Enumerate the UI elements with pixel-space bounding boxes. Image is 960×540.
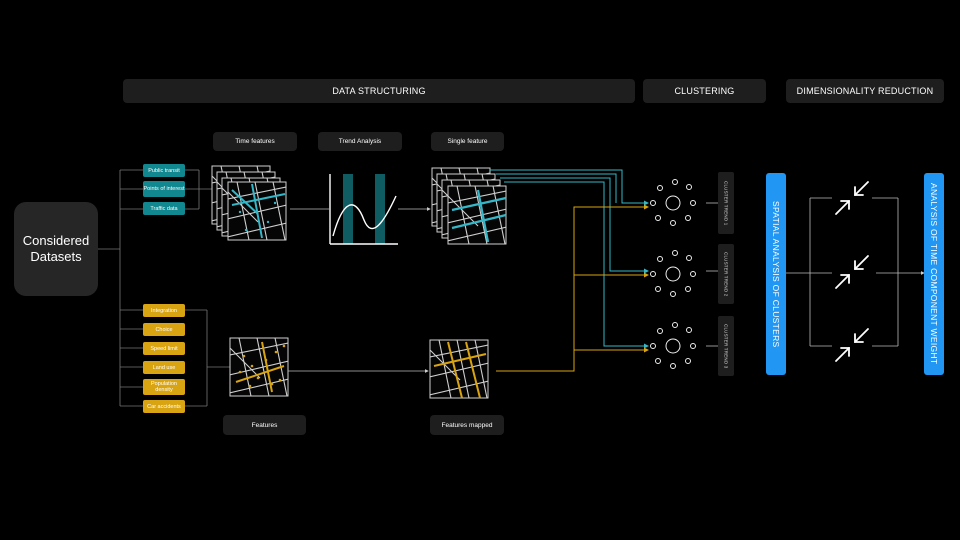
- compress-icons: [835, 181, 869, 362]
- spatial-analysis-label: SPATIAL ANALYSIS OF CLUSTERS: [771, 200, 781, 348]
- pipeline-diagram: DATA STRUCTURING CLUSTERING DIMENSIONALI…: [0, 0, 960, 540]
- dataset-population-density: Population density: [143, 379, 185, 395]
- cluster-trend-1-label: CLUSTER TREND 1: [723, 180, 729, 226]
- cluster-trend-3: CLUSTER TREND 3: [718, 316, 734, 376]
- features-mapped-tile: [425, 335, 493, 403]
- considered-datasets-label: Considered Datasets: [22, 233, 90, 264]
- label-time-features: Time features: [213, 132, 297, 151]
- reduction-bracket: [786, 197, 925, 347]
- cluster-trend-2-label: CLUSTER TREND 2: [723, 251, 729, 297]
- time-features-stack: [207, 161, 291, 245]
- trend-analysis-chart: [329, 174, 398, 245]
- dataset-land-use: Land use: [143, 361, 185, 374]
- spatial-analysis-bar: SPATIAL ANALYSIS OF CLUSTERS: [766, 173, 786, 375]
- label-features-mapped: Features mapped: [430, 415, 504, 435]
- label-single-feature: Single feature: [431, 132, 504, 151]
- cluster-trend-3-label: CLUSTER TREND 3: [723, 323, 729, 369]
- time-component-label: ANALYSIS OF TIME COMPONENT WEIGHT: [929, 183, 939, 365]
- header-data-structuring: DATA STRUCTURING: [123, 79, 635, 103]
- single-feature-stack: [427, 163, 511, 249]
- cluster-glyphs: [650, 179, 696, 369]
- header-clustering: CLUSTERING: [643, 79, 766, 103]
- time-component-bar: ANALYSIS OF TIME COMPONENT WEIGHT: [924, 173, 944, 375]
- cluster-trend-2: CLUSTER TREND 2: [718, 244, 734, 304]
- cyan-connectors: [490, 169, 649, 349]
- features-tile: [225, 333, 293, 401]
- label-features: Features: [223, 415, 306, 435]
- dataset-integration: Integration: [143, 304, 185, 317]
- dataset-car-accidents: Car accidents: [143, 400, 185, 413]
- header-dimensionality-reduction: DIMENSIONALITY REDUCTION: [786, 79, 944, 103]
- dataset-speed-limit: Speed limit: [143, 342, 185, 355]
- dataset-public-transit: Public transit: [143, 164, 185, 177]
- cluster-trend-1: CLUSTER TREND 1: [718, 172, 734, 234]
- considered-datasets: Considered Datasets: [14, 202, 98, 296]
- dataset-choice: Choice: [143, 323, 185, 336]
- dataset-traffic-data: Traffic data: [143, 202, 185, 215]
- dataset-points-of-interest: Points of interest: [143, 181, 185, 197]
- label-trend-analysis: Trend Analysis: [318, 132, 402, 151]
